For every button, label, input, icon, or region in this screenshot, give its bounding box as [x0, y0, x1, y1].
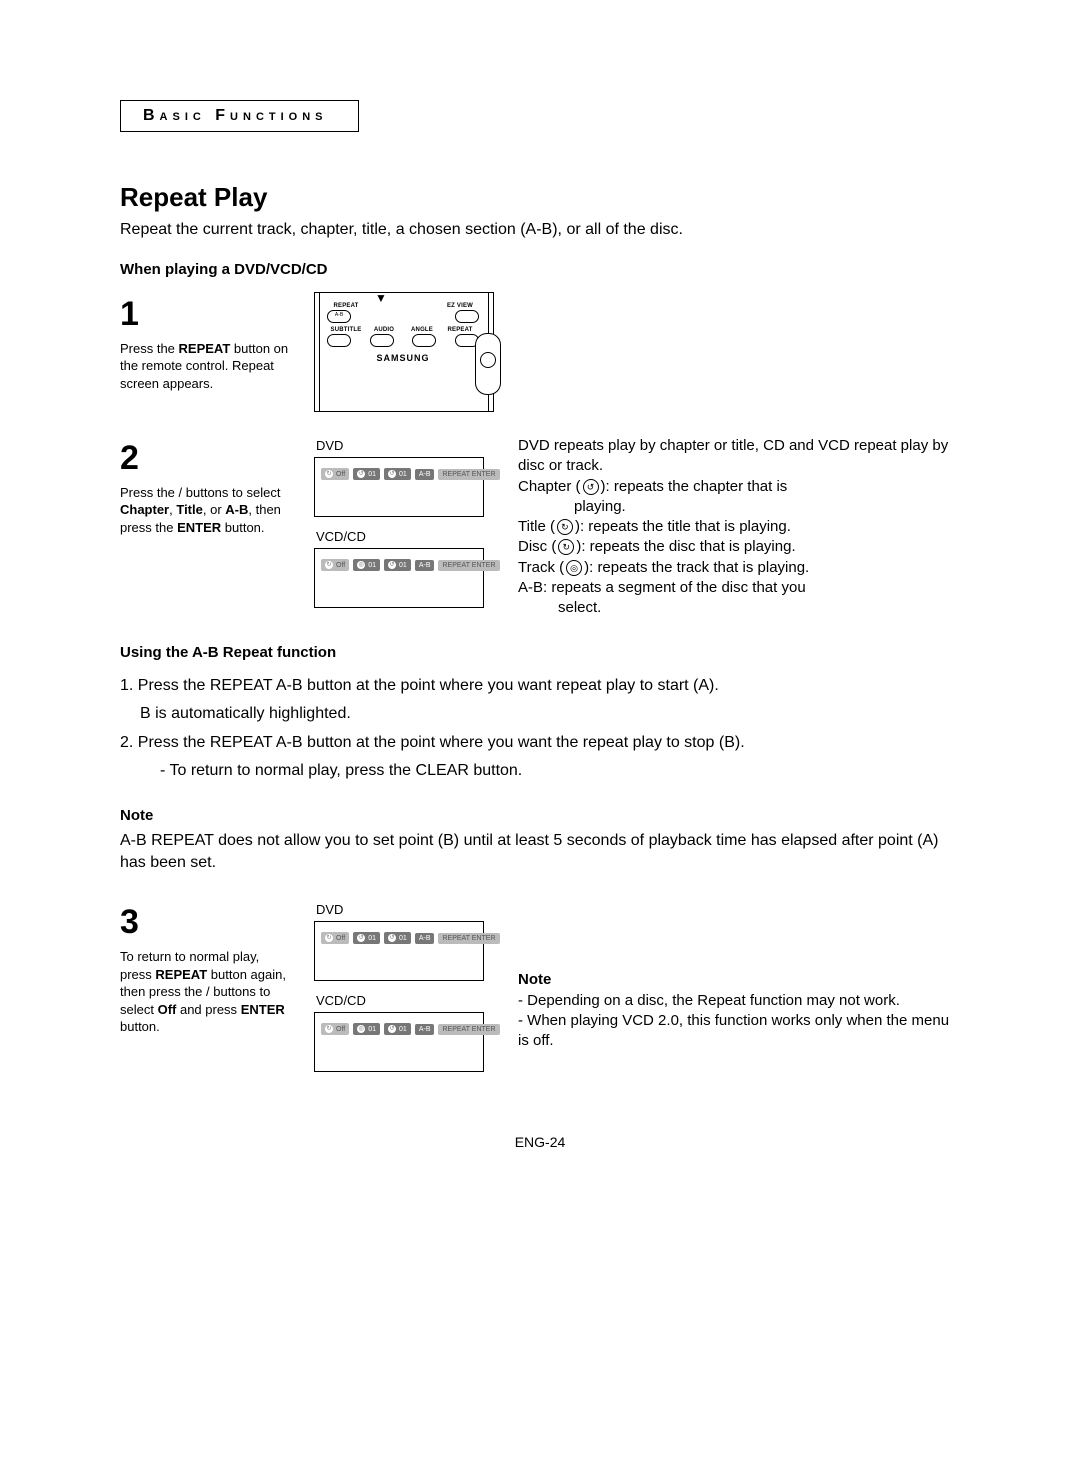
osd-dvd-box-2: ↻Off ↺01 ↺01 A-B REPEAT ENTER	[314, 921, 484, 981]
sidenote-1: - Depending on a disc, the Repeat functi…	[518, 991, 960, 1011]
manual-page: Basic Functions Repeat Play Repeat the c…	[0, 0, 1080, 1210]
track-repeat-icon: ◎	[566, 560, 582, 576]
remote-control-diagram: ▼ REPEAT EZ VIEW A-B SUBTITLE AUDIO ANGL…	[314, 292, 494, 412]
ab-step-2: 2. Press the REPEAT A-B button at the po…	[120, 732, 960, 754]
osd-vcdcd-label: VCD/CD	[316, 529, 494, 544]
intro-text: Repeat the current track, chapter, title…	[120, 221, 960, 239]
sidenote-heading: Note	[518, 970, 960, 990]
step-1-text: 1 Press the REPEAT button on the remote …	[120, 292, 290, 393]
remote-button: A-B	[327, 310, 351, 323]
step-3-sidenote: Note - Depending on a disc, the Repeat f…	[518, 900, 960, 1051]
subheading-playing: When playing a DVD/VCD/CD	[120, 261, 960, 278]
step-2-number: 2	[120, 436, 290, 482]
section-header: Basic Functions	[143, 107, 328, 124]
ab-repeat-heading: Using the A-B Repeat function	[120, 644, 960, 661]
page-title: Repeat Play	[120, 182, 960, 213]
remote-button	[412, 334, 436, 347]
step-3-osd-column: DVD ↻Off ↺01 ↺01 A-B REPEAT ENTER VCD/CD…	[314, 900, 494, 1084]
sidenote-2: - When playing VCD 2.0, this function wo…	[518, 1011, 960, 1052]
osd-vcdcd-label-2: VCD/CD	[316, 993, 494, 1008]
ab-step-1b: B is automatically highlighted.	[120, 703, 960, 725]
step-3-number: 3	[120, 900, 290, 946]
chapter-repeat-icon: ↺	[583, 479, 599, 495]
remote-button	[455, 310, 479, 323]
step-1-row: 1 Press the REPEAT button on the remote …	[120, 292, 960, 412]
step-2-text: 2 Press the / buttons to select Chapter,…	[120, 436, 290, 537]
page-number: ENG-24	[120, 1134, 960, 1150]
osd-vcdcd-box: ↻Off ◎01 ↺01 A-B REPEAT ENTER	[314, 548, 484, 608]
step-3-text: 3 To return to normal play, press REPEAT…	[120, 900, 290, 1036]
step-2-osd-column: DVD ↻Off ↺01 ↺01 A-B REPEAT ENTER VCD/CD…	[314, 436, 494, 620]
samsung-logo: SAMSUNG	[327, 353, 479, 363]
step-2-row: 2 Press the / buttons to select Chapter,…	[120, 436, 960, 620]
osd-dvd-label: DVD	[316, 438, 494, 453]
step-2-info: DVD repeats play by chapter or title, CD…	[518, 436, 960, 618]
osd-dvd-label-2: DVD	[316, 902, 494, 917]
arrow-down-icon: ▼	[375, 291, 387, 305]
ab-step-2b: - To return to normal play, press the CL…	[120, 760, 960, 782]
step-3-row: 3 To return to normal play, press REPEAT…	[120, 900, 960, 1084]
disc-repeat-icon: ↻	[558, 539, 574, 555]
section-header-box: Basic Functions	[120, 100, 359, 132]
note-heading: Note	[120, 807, 960, 824]
osd-vcdcd-box-2: ↻Off ◎01 ↺01 A-B REPEAT ENTER	[314, 1012, 484, 1072]
remote-jog-wheel	[475, 333, 501, 395]
remote-button	[327, 334, 351, 347]
remote-button	[370, 334, 394, 347]
title-repeat-icon: ↻	[557, 519, 573, 535]
note-text: A-B REPEAT does not allow you to set poi…	[120, 830, 960, 875]
osd-dvd-box: ↻Off ↺01 ↺01 A-B REPEAT ENTER	[314, 457, 484, 517]
ab-step-1: 1. Press the REPEAT A-B button at the po…	[120, 675, 960, 697]
step-1-number: 1	[120, 292, 290, 338]
